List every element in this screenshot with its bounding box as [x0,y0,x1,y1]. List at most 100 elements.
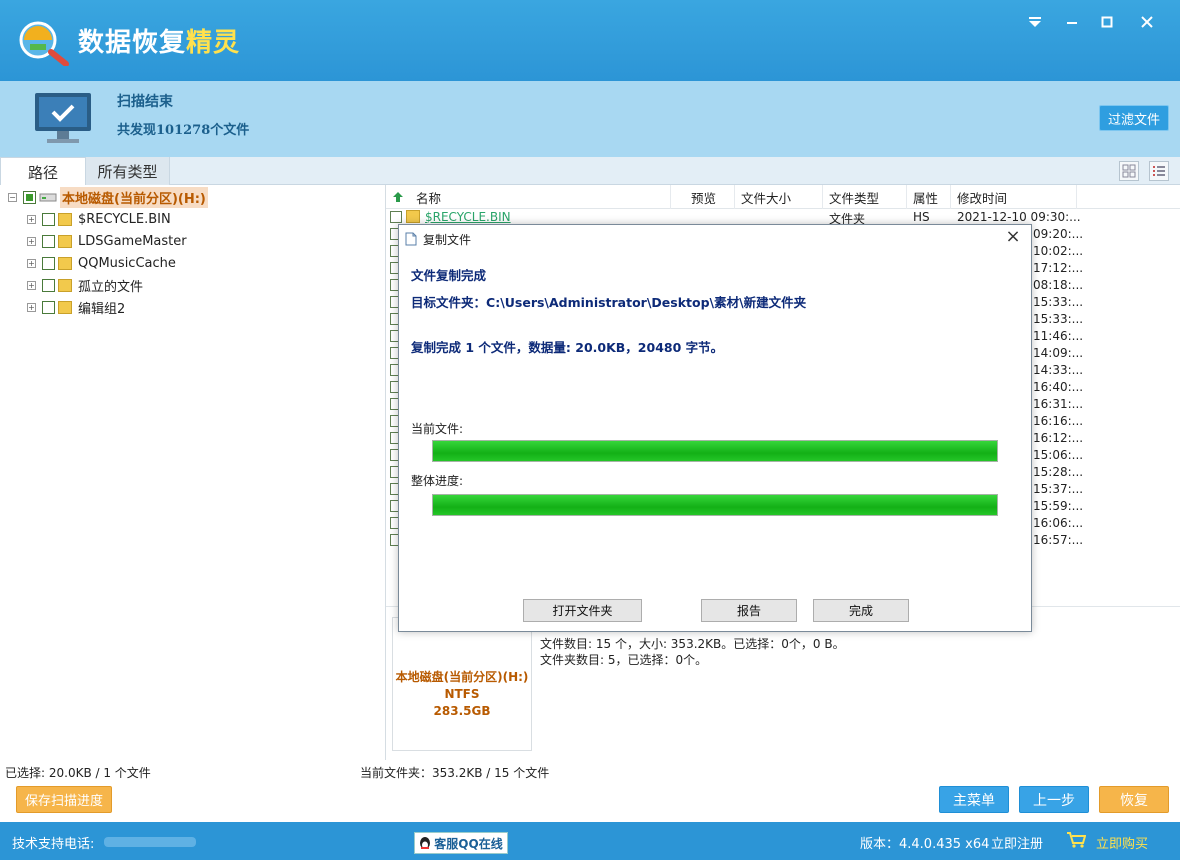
title-bar: 数据恢复精灵 [0,0,1180,81]
overall-progress [432,494,998,516]
maximize-icon[interactable] [1093,10,1121,34]
grid-view-icon[interactable] [1119,161,1139,181]
scan-status-panel: 扫描结束 共发现101278个文件 过滤文件 [0,81,1180,157]
tree-checkbox[interactable] [42,256,55,270]
files-count-line: 文件数目: 15 个，大小: 353.2KB。已选择：0个，0 B。 [540,637,845,651]
disk-name: 本地磁盘(当前分区)(H:) [395,670,529,684]
file-modified: 14:09:... [1033,346,1084,360]
collapse-icon[interactable]: − [8,192,17,202]
file-modified: 16:40:... [1033,380,1084,394]
tree-root[interactable]: − 本地磁盘(当前分区)(H:) [8,186,208,208]
disk-info-box: 本地磁盘(当前分区)(H:) NTFS 283.5GB [392,617,532,751]
column-size[interactable]: 文件大小 [735,185,823,209]
file-modified: 11:46:... [1033,329,1084,343]
row-checkbox[interactable] [390,211,402,223]
folder-icon [58,256,72,270]
open-folder-button[interactable]: 打开文件夹 [523,599,642,622]
scan-status-title: 扫描结束 [117,94,173,110]
file-modified: 15:37:... [1033,482,1084,496]
dialog-title: 复制文件 [423,233,472,247]
file-modified: 15:06:... [1033,448,1084,462]
tree-checkbox[interactable] [23,190,36,204]
orphan-folder-icon [58,278,72,292]
folders-count-line: 文件夹数目: 5，已选择：0个。 [540,653,708,667]
support-phone-label: 技术支持电话: [12,837,95,852]
filter-files-button[interactable]: 过滤文件 [1099,105,1169,131]
report-button[interactable]: 报告 [701,599,797,622]
expand-icon[interactable]: + [27,236,36,246]
finish-button[interactable]: 完成 [813,599,909,622]
copy-summary: 复制完成 1 个文件，数据量: 20.0KB，20480 字节。 [411,340,724,355]
minimize-icon[interactable] [1058,10,1086,34]
tree-item-label: $RECYCLE.BIN [78,211,171,227]
tab-all-types[interactable]: 所有类型 [86,157,170,185]
copy-file-dialog: 复制文件 × 文件复制完成 目标文件夹：C:\Users\Administrat… [398,224,1032,632]
file-modified: 16:06:... [1033,516,1084,530]
tab-bar: 路径 所有类型 [0,157,1180,186]
selected-status: 已选择: 20.0KB / 1 个文件 [5,766,151,780]
folder-icon [58,212,72,226]
tree-item[interactable]: + 孤立的文件 [27,274,143,296]
expand-icon[interactable]: + [27,258,36,268]
close-icon[interactable] [1133,10,1161,34]
folder-icon [58,300,72,314]
save-scan-progress-button[interactable]: 保存扫描进度 [16,786,112,813]
file-modified: 16:57:... [1033,533,1084,547]
folder-icon [58,234,72,248]
overall-progress-fill [433,495,997,515]
qq-support-button[interactable]: 客服QQ在线 [414,832,508,854]
current-file-progress-fill [433,441,997,461]
target-folder-label: 目标文件夹： [411,295,487,310]
tree-checkbox[interactable] [42,212,55,226]
register-link[interactable]: 立即注册 [991,833,1043,852]
file-name: $RECYCLE.BIN [425,210,511,224]
tree-checkbox[interactable] [42,278,55,292]
current-file-label: 当前文件: [411,422,464,436]
target-folder-path: C:\Users\Administrator\Desktop\素材\新建文件夹 [486,295,807,310]
column-modified[interactable]: 修改时间 [951,185,1077,209]
folder-icon [406,210,420,223]
previous-step-button[interactable]: 上一步 [1019,786,1089,813]
file-modified: 14:33:... [1033,363,1084,377]
footer-bar: 技术支持电话: 客服QQ在线 版本：4.4.0.435 x64 立即注册 立即购… [0,822,1180,860]
buy-now-link[interactable]: 立即购买 [1096,833,1148,852]
menu-dropdown-icon[interactable] [1021,10,1049,34]
file-modified: 17:12:... [1033,261,1084,275]
expand-icon[interactable]: + [27,302,36,312]
overall-progress-label: 整体进度: [411,474,464,488]
tree-checkbox[interactable] [42,300,55,314]
file-modified: 2021-12-10 09:30:... [957,210,1081,224]
tree-item-label: 编辑组2 [78,301,126,317]
expand-icon[interactable]: + [27,214,36,224]
file-modified: 09:20:... [1033,227,1084,241]
tree-item[interactable]: + QQMusicCache [27,252,176,274]
support-phone-redacted [104,837,196,847]
expand-icon[interactable]: + [27,280,36,290]
cart-icon[interactable] [1066,831,1086,849]
file-modified: 16:31:... [1033,397,1084,411]
file-modified: 15:33:... [1033,312,1084,326]
main-menu-button[interactable]: 主菜单 [939,786,1009,813]
list-view-icon[interactable] [1149,161,1169,181]
qq-penguin-icon [420,837,431,849]
column-preview[interactable]: 预览 [685,185,735,209]
copy-done-text: 文件复制完成 [411,268,487,283]
tree-checkbox[interactable] [42,234,55,248]
current-folder-status: 当前文件夹：353.2KB / 15 个文件 [360,766,550,780]
tree-item[interactable]: + 编辑组2 [27,296,125,318]
file-list-header: 名称 预览 文件大小 文件类型 属性 修改时间 [386,185,1180,209]
column-attr[interactable]: 属性 [907,185,951,209]
version-label: 版本：4.4.0.435 x64 [860,837,990,852]
app-title: 数据恢复精灵 [78,28,241,58]
tree-item[interactable]: + LDSGameMaster [27,230,187,252]
scan-found-count: 共发现101278个文件 [117,123,250,138]
recover-button[interactable]: 恢复 [1099,786,1169,813]
current-file-progress [432,440,998,462]
tab-path[interactable]: 路径 [0,157,86,186]
dialog-close-icon[interactable]: × [1003,227,1023,247]
tree-item-label: QQMusicCache [78,255,176,271]
file-modified: 16:12:... [1033,431,1084,445]
column-type[interactable]: 文件类型 [823,185,907,209]
tree-item[interactable]: + $RECYCLE.BIN [27,208,171,230]
column-name[interactable]: 名称 [410,185,671,209]
